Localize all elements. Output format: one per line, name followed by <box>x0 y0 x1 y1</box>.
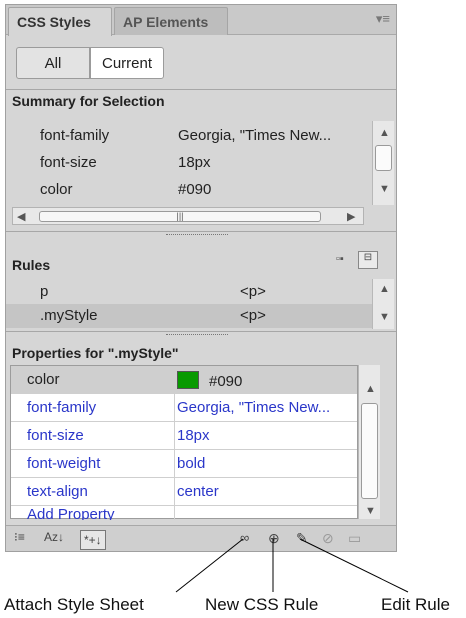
caption-new-css-rule: New CSS Rule <box>205 595 319 614</box>
callout-lines <box>175 538 409 593</box>
callout-line-edit <box>299 538 409 593</box>
caption-attach-style-sheet: Attach Style Sheet <box>4 595 144 614</box>
caption-edit-rule: Edit Rule <box>381 595 450 614</box>
callout-line-attach <box>175 538 244 593</box>
